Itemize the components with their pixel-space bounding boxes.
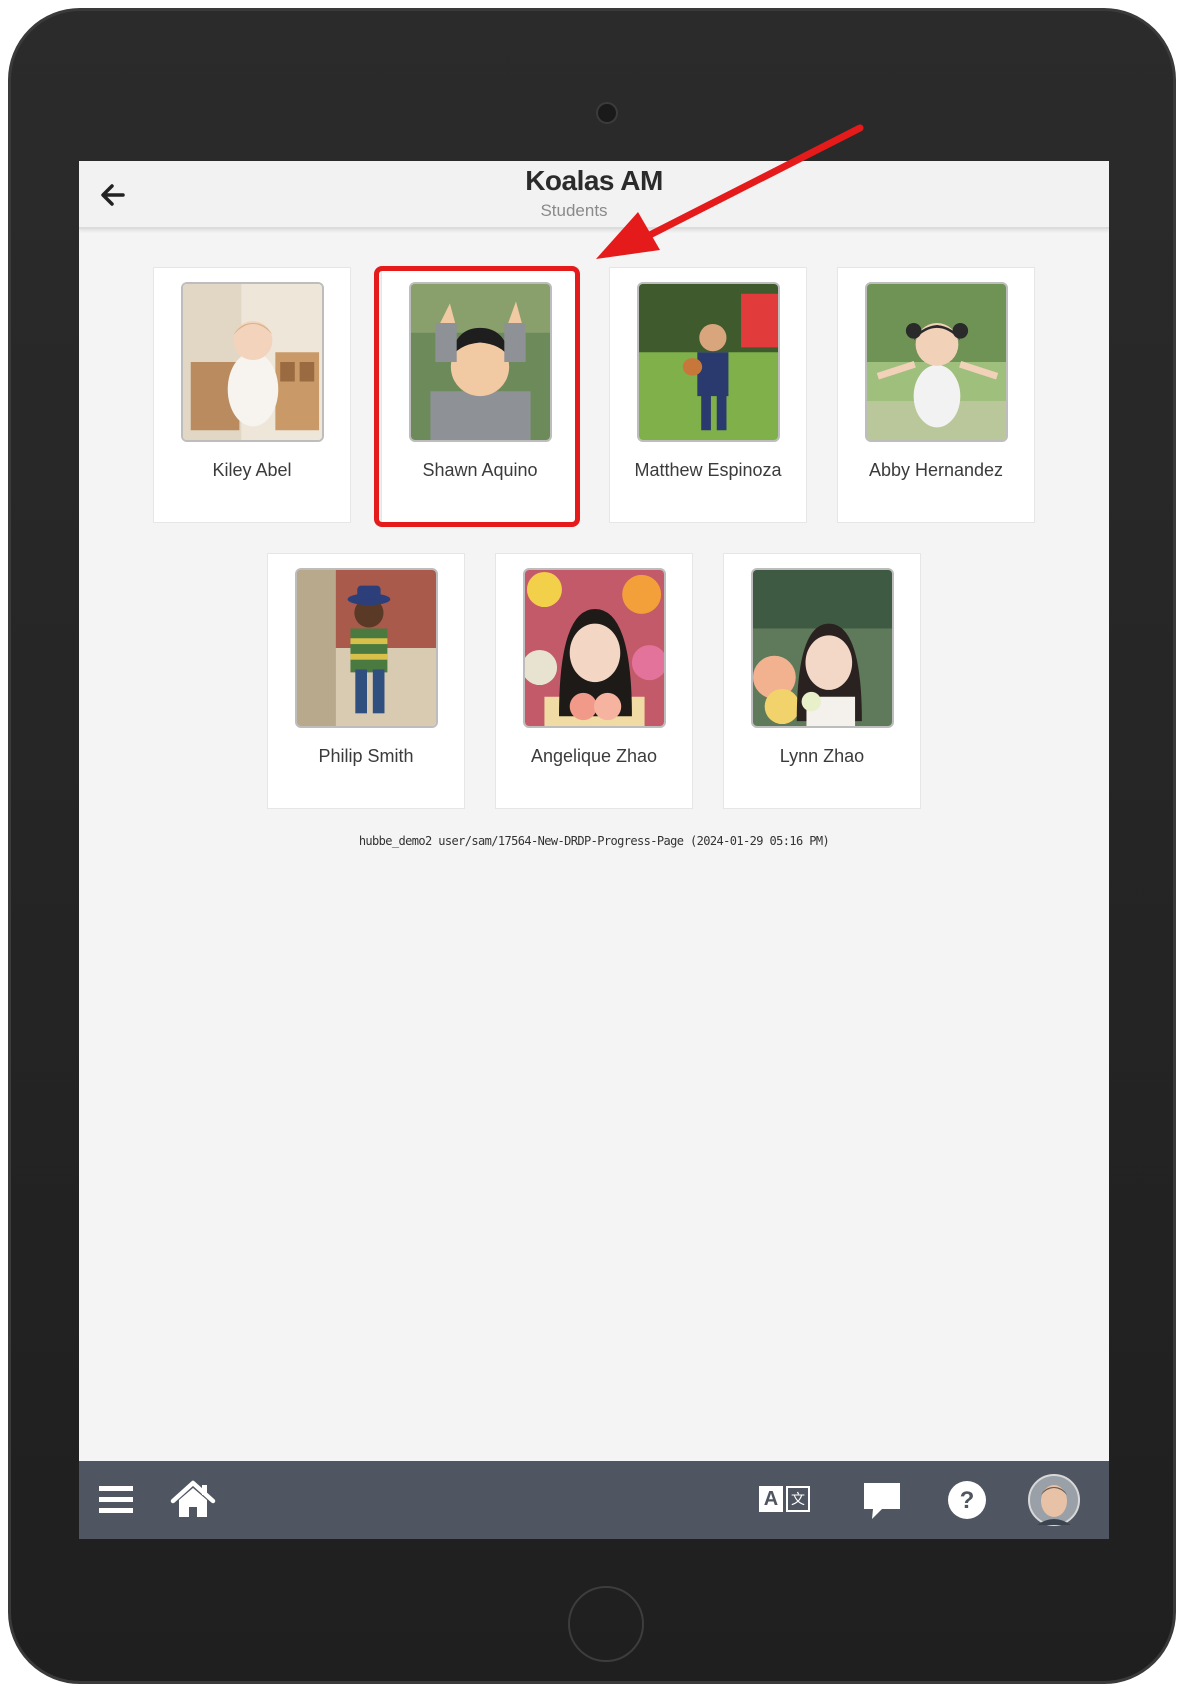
- student-photo: [409, 282, 552, 442]
- home-button[interactable]: [169, 1473, 217, 1527]
- student-card[interactable]: Shawn Aquino: [381, 267, 579, 523]
- student-name: Kiley Abel: [212, 460, 292, 480]
- translate-icon: A 文: [759, 1486, 815, 1512]
- student-name: Abby Hernandez: [868, 460, 1004, 480]
- camera-icon: [596, 102, 618, 124]
- chat-bubble-icon: [864, 1483, 900, 1519]
- student-photo: [181, 282, 324, 442]
- page-header: Koalas AM Students: [79, 161, 1109, 229]
- student-card[interactable]: Kiley Abel: [153, 267, 351, 523]
- student-row-2: Philip Smith Angelique Zhao Lynn Zhao: [267, 553, 921, 809]
- messages-button[interactable]: [860, 1473, 904, 1527]
- student-photo: [523, 568, 666, 728]
- student-name: Shawn Aquino: [422, 460, 538, 480]
- student-name: Philip Smith: [318, 746, 414, 766]
- help-icon: ?: [948, 1481, 986, 1519]
- bottom-toolbar: A 文 ?: [79, 1461, 1109, 1539]
- translate-button[interactable]: A 文: [759, 1473, 815, 1527]
- student-row-1: Kiley Abel Shawn Aquino Matthew Espinoza…: [153, 267, 1035, 523]
- student-card[interactable]: Philip Smith: [267, 553, 465, 809]
- student-card[interactable]: Lynn Zhao: [723, 553, 921, 809]
- page-title: Koalas AM: [525, 165, 663, 196]
- page-subtitle: Students: [540, 201, 608, 220]
- home-icon: [170, 1480, 216, 1517]
- user-avatar-button[interactable]: [1027, 1473, 1081, 1527]
- svg-text:?: ?: [960, 1487, 975, 1514]
- app-screen: Koalas AM Students Kiley Abel Shawn Aqui…: [79, 161, 1109, 1539]
- build-info: hubbe_demo2 user/sam/17564-New-DRDP-Prog…: [358, 834, 830, 848]
- student-card[interactable]: Abby Hernandez: [837, 267, 1035, 523]
- student-name: Matthew Espinoza: [634, 460, 782, 480]
- student-photo: [637, 282, 780, 442]
- hamburger-icon: [99, 1486, 133, 1513]
- student-photo: [751, 568, 894, 728]
- student-name: Angelique Zhao: [530, 746, 658, 766]
- student-photo: [295, 568, 438, 728]
- help-button[interactable]: ?: [945, 1473, 989, 1527]
- home-hardware-button[interactable]: [568, 1586, 644, 1662]
- student-card[interactable]: Matthew Espinoza: [609, 267, 807, 523]
- avatar: [1028, 1474, 1080, 1526]
- student-name: Lynn Zhao: [779, 746, 865, 766]
- menu-button[interactable]: [97, 1473, 137, 1527]
- student-photo: [865, 282, 1008, 442]
- student-card[interactable]: Angelique Zhao: [495, 553, 693, 809]
